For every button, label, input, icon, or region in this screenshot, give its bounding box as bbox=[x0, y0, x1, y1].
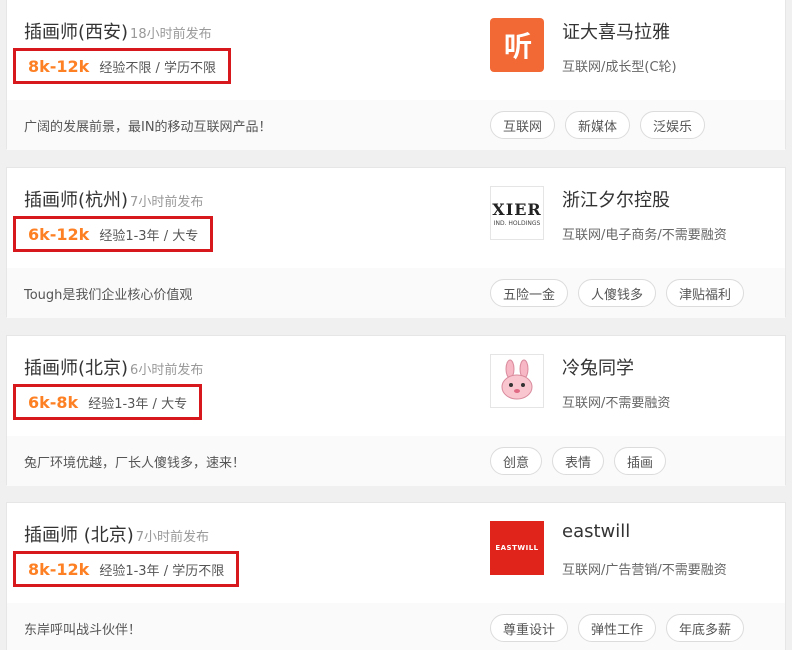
job-requirements: 经验1-3年 / 学历不限 bbox=[99, 563, 225, 579]
company-logo[interactable]: 听 bbox=[490, 18, 544, 72]
job-card-header: 插画师(北京) 6小时前发布 6k-8k 经验1-3年 / 大专 冷兔同学 互联网… bbox=[7, 336, 785, 436]
company-industry: 互联网/不需要融资 bbox=[562, 396, 671, 411]
job-description: 广阔的发展前景，最IN的移动互联网产品！ bbox=[24, 120, 272, 135]
job-title[interactable]: 插画师(北京) bbox=[24, 358, 128, 379]
salary-highlight-box: 8k-12k 经验1-3年 / 学历不限 bbox=[13, 551, 240, 587]
tag[interactable]: 尊重设计 bbox=[490, 614, 569, 642]
post-time: 18小时前发布 bbox=[130, 27, 212, 42]
job-title-row[interactable]: 插画师(西安) 18小时前发布 bbox=[24, 18, 212, 44]
tag[interactable]: 新媒体 bbox=[565, 111, 631, 139]
post-time: 7小时前发布 bbox=[130, 195, 204, 210]
tag-list: 互联网 新媒体 泛娱乐 bbox=[490, 111, 706, 139]
tag[interactable]: 插画 bbox=[614, 447, 667, 475]
job-card-header: 插画师 (北京) 7小时前发布 8k-12k 经验1-3年 / 学历不限 EAST… bbox=[7, 503, 785, 603]
company-name[interactable]: 证大喜马拉雅 bbox=[562, 18, 670, 44]
company-industry: 互联网/电子商务/不需要融资 bbox=[562, 228, 727, 243]
tag[interactable]: 互联网 bbox=[490, 111, 556, 139]
job-card[interactable]: 插画师 (北京) 7小时前发布 8k-12k 经验1-3年 / 学历不限 EAST… bbox=[6, 502, 786, 650]
company-logo-text: EASTWILL bbox=[495, 544, 539, 552]
company-logo[interactable] bbox=[490, 354, 544, 408]
tag-list: 尊重设计 弹性工作 年底多薪 bbox=[490, 614, 745, 642]
job-card-header: 插画师(杭州) 7小时前发布 6k-12k 经验1-3年 / 大专 XIER IN… bbox=[7, 168, 785, 268]
tag[interactable]: 泛娱乐 bbox=[640, 111, 706, 139]
tag-list: 五险一金 人傻钱多 津贴福利 bbox=[490, 279, 745, 307]
company-name[interactable]: eastwill bbox=[562, 521, 630, 542]
tag[interactable]: 津贴福利 bbox=[666, 279, 745, 307]
job-card[interactable]: 插画师(北京) 6小时前发布 6k-8k 经验1-3年 / 大专 冷兔同学 互联网… bbox=[6, 335, 786, 486]
job-card[interactable]: 插画师(西安) 18小时前发布 8k-12k 经验不限 / 学历不限 听 证大喜马… bbox=[6, 0, 786, 150]
company-industry: 互联网/广告营销/不需要融资 bbox=[562, 563, 727, 578]
job-list: 插画师(西安) 18小时前发布 8k-12k 经验不限 / 学历不限 听 证大喜马… bbox=[0, 0, 792, 650]
tag[interactable]: 年底多薪 bbox=[666, 614, 745, 642]
job-card-footer: 东岸呼叫战斗伙伴！ 尊重设计 弹性工作 年底多薪 bbox=[7, 603, 785, 650]
job-card-footer: 广阔的发展前景，最IN的移动互联网产品！ 互联网 新媒体 泛娱乐 bbox=[7, 100, 785, 150]
salary-highlight-box: 6k-12k 经验1-3年 / 大专 bbox=[13, 216, 214, 252]
company-logo[interactable]: XIER IND. HOLDINGS bbox=[490, 186, 544, 240]
company-logo-text: XIER bbox=[492, 199, 542, 219]
job-title-row[interactable]: 插画师(杭州) 7小时前发布 bbox=[24, 186, 203, 212]
job-requirements: 经验1-3年 / 大专 bbox=[99, 228, 199, 244]
job-card-footer: Tough是我们企业核心价值观 五险一金 人傻钱多 津贴福利 bbox=[7, 268, 785, 318]
job-title-row[interactable]: 插画师 (北京) 7小时前发布 bbox=[24, 521, 209, 547]
job-requirements: 经验不限 / 学历不限 bbox=[99, 60, 216, 76]
salary: 8k-12k bbox=[28, 559, 90, 579]
tag[interactable]: 人傻钱多 bbox=[578, 279, 657, 307]
tag[interactable]: 表情 bbox=[552, 447, 605, 475]
post-time: 6小时前发布 bbox=[130, 363, 204, 378]
job-title[interactable]: 插画师 (北京) bbox=[24, 525, 134, 546]
tag[interactable]: 弹性工作 bbox=[578, 614, 657, 642]
tag[interactable]: 创意 bbox=[490, 447, 543, 475]
job-title[interactable]: 插画师(杭州) bbox=[24, 190, 128, 211]
job-title[interactable]: 插画师(西安) bbox=[24, 22, 128, 43]
rabbit-icon bbox=[501, 359, 533, 400]
company-logo-text: 听 bbox=[503, 30, 532, 63]
company-name[interactable]: 浙江夕尔控股 bbox=[562, 186, 670, 212]
job-title-row[interactable]: 插画师(北京) 6小时前发布 bbox=[24, 354, 203, 380]
salary: 8k-12k bbox=[28, 56, 90, 76]
salary-highlight-box: 6k-8k 经验1-3年 / 大专 bbox=[13, 384, 203, 420]
job-card-footer: 兔厂环境优越，厂长人傻钱多，速来！ 创意 表情 插画 bbox=[7, 436, 785, 486]
job-description: 兔厂环境优越，厂长人傻钱多，速来！ bbox=[24, 456, 246, 471]
salary: 6k-12k bbox=[28, 224, 90, 244]
company-logo-subtext: IND. HOLDINGS bbox=[493, 219, 541, 227]
tag-list: 创意 表情 插画 bbox=[490, 447, 667, 475]
job-description: Tough是我们企业核心价值观 bbox=[24, 288, 193, 303]
job-card[interactable]: 插画师(杭州) 7小时前发布 6k-12k 经验1-3年 / 大专 XIER IN… bbox=[6, 167, 786, 318]
job-requirements: 经验1-3年 / 大专 bbox=[88, 396, 188, 412]
post-time: 7小时前发布 bbox=[135, 530, 210, 545]
job-description: 东岸呼叫战斗伙伴！ bbox=[24, 623, 142, 638]
company-name[interactable]: 冷兔同学 bbox=[562, 354, 634, 380]
job-card-header: 插画师(西安) 18小时前发布 8k-12k 经验不限 / 学历不限 听 证大喜马… bbox=[7, 0, 785, 100]
company-industry: 互联网/成长型(C轮) bbox=[562, 60, 677, 75]
company-logo[interactable]: EASTWILL bbox=[490, 521, 544, 575]
tag[interactable]: 五险一金 bbox=[490, 279, 569, 307]
salary: 6k-8k bbox=[28, 392, 79, 412]
salary-highlight-box: 8k-12k 经验不限 / 学历不限 bbox=[13, 48, 231, 84]
